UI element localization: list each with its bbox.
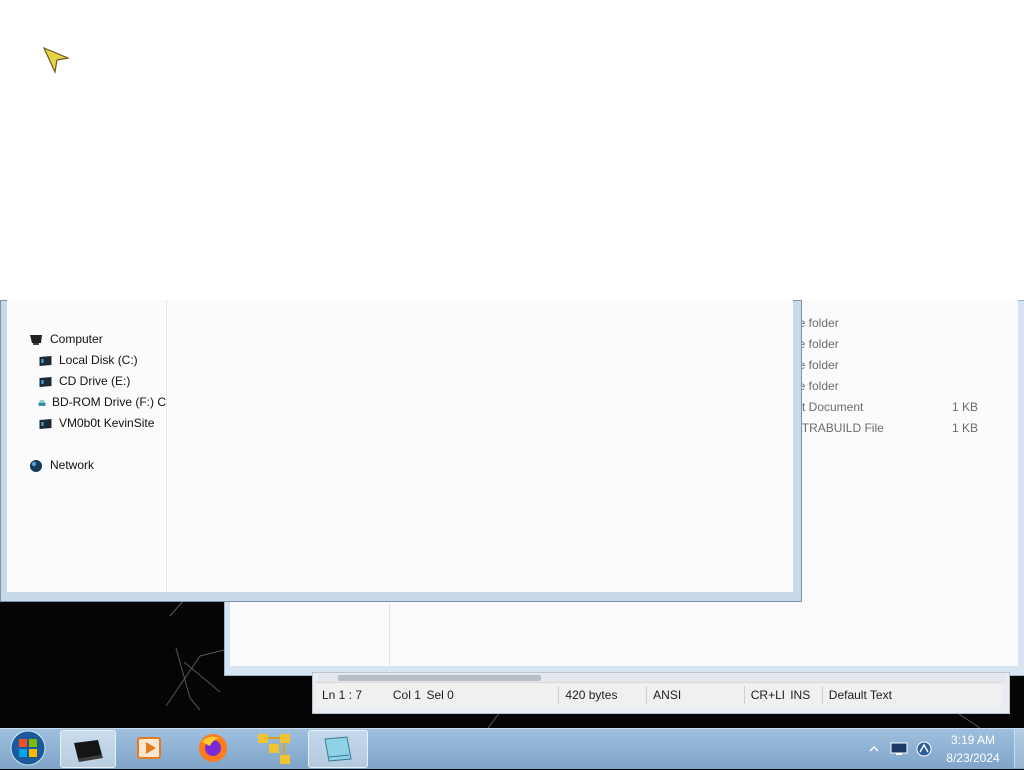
file-type: le folder: [796, 316, 839, 330]
status-file-size: 420 bytes: [559, 686, 648, 704]
taskbar-app-terminal[interactable]: [60, 730, 116, 768]
terminal-icon: [74, 740, 103, 762]
network-tool-icon: [258, 734, 290, 764]
media-player-icon: [137, 737, 161, 759]
file-type: le folder: [796, 379, 839, 393]
taskbar-app-media-player[interactable]: [130, 730, 168, 766]
status-language[interactable]: Default Text: [823, 686, 1002, 704]
notepad-icon: [324, 736, 352, 762]
nav-item-label: Computer: [50, 332, 103, 346]
file-list: le folder le folder le folder le folder …: [796, 313, 996, 439]
taskbar-app-firefox[interactable]: [194, 730, 232, 766]
blank-window-area: [0, 0, 1024, 308]
list-item[interactable]: xt Document 1 KB: [796, 397, 996, 418]
status-encoding[interactable]: ANSI: [647, 686, 745, 704]
show-desktop-button[interactable]: [1014, 729, 1024, 768]
show-hidden-icons-chevron[interactable]: [868, 744, 880, 754]
list-item[interactable]: le folder: [796, 313, 996, 334]
file-size: 1 KB: [952, 421, 979, 435]
firefox-icon: [199, 734, 227, 762]
clock-date[interactable]: 8/23/2024: [940, 751, 1006, 765]
file-type: le folder: [796, 358, 839, 372]
status-insert-mode[interactable]: INS: [784, 686, 823, 704]
network-status-icon[interactable]: [914, 739, 934, 759]
status-line-endings[interactable]: CR+LF: [745, 686, 784, 704]
list-item[interactable]: le folder: [796, 376, 996, 397]
file-type: xt Document: [796, 400, 864, 414]
nav-item-bd-rom-drive[interactable]: BD-ROM Drive (F:) C: [38, 392, 166, 413]
list-item[interactable]: le folder: [796, 334, 996, 355]
status-column: Col 1: [392, 688, 421, 702]
nav-item-computer[interactable]: Computer: [28, 329, 103, 350]
scrollbar-thumb[interactable]: [338, 675, 541, 681]
clock-time[interactable]: 3:19 AM: [944, 733, 1002, 747]
start-button[interactable]: [4, 730, 50, 766]
taskbar-app-notepad[interactable]: [308, 730, 368, 768]
status-line-position: Ln 1 : 7: [322, 688, 363, 702]
monitor-icon[interactable]: [889, 741, 909, 757]
nav-item-local-disk[interactable]: Local Disk (C:): [38, 350, 138, 371]
nav-item-label: Local Disk (C:): [59, 353, 138, 367]
nav-item-network[interactable]: Network: [28, 455, 94, 476]
nav-item-label: VM0b0t KevinSite: [59, 416, 155, 430]
editor-status-bar: Ln 1 : 7 Col 1 Sel 0 420 bytes ANSI CR+L…: [316, 682, 1002, 707]
file-type: LTRABUILD File: [796, 421, 884, 435]
nav-item-cd-drive[interactable]: CD Drive (E:): [38, 371, 130, 392]
list-item[interactable]: le folder: [796, 355, 996, 376]
computer-icon: [30, 334, 42, 345]
file-size: 1 KB: [952, 400, 979, 414]
file-type: le folder: [796, 337, 839, 351]
network-globe-icon: [30, 459, 42, 472]
nav-item-network-drive[interactable]: VM0b0t KevinSite: [38, 413, 154, 434]
pane-divider[interactable]: [389, 600, 390, 666]
nav-item-label: Network: [50, 458, 95, 472]
status-selection: Sel 0: [421, 686, 560, 704]
mouse-cursor-icon: [42, 46, 71, 74]
cd-drive-icon: [39, 376, 52, 387]
taskbar-app-network-tool[interactable]: [254, 730, 294, 766]
nav-item-label: BD-ROM Drive (F:) C: [52, 395, 166, 409]
bd-rom-drive-icon: [38, 399, 46, 406]
nav-item-label: CD Drive (E:): [59, 374, 131, 388]
list-item[interactable]: LTRABUILD File 1 KB: [796, 418, 996, 439]
network-drive-icon: [39, 418, 52, 429]
start-orb-icon: [10, 730, 46, 766]
hard-drive-icon: [39, 355, 52, 366]
